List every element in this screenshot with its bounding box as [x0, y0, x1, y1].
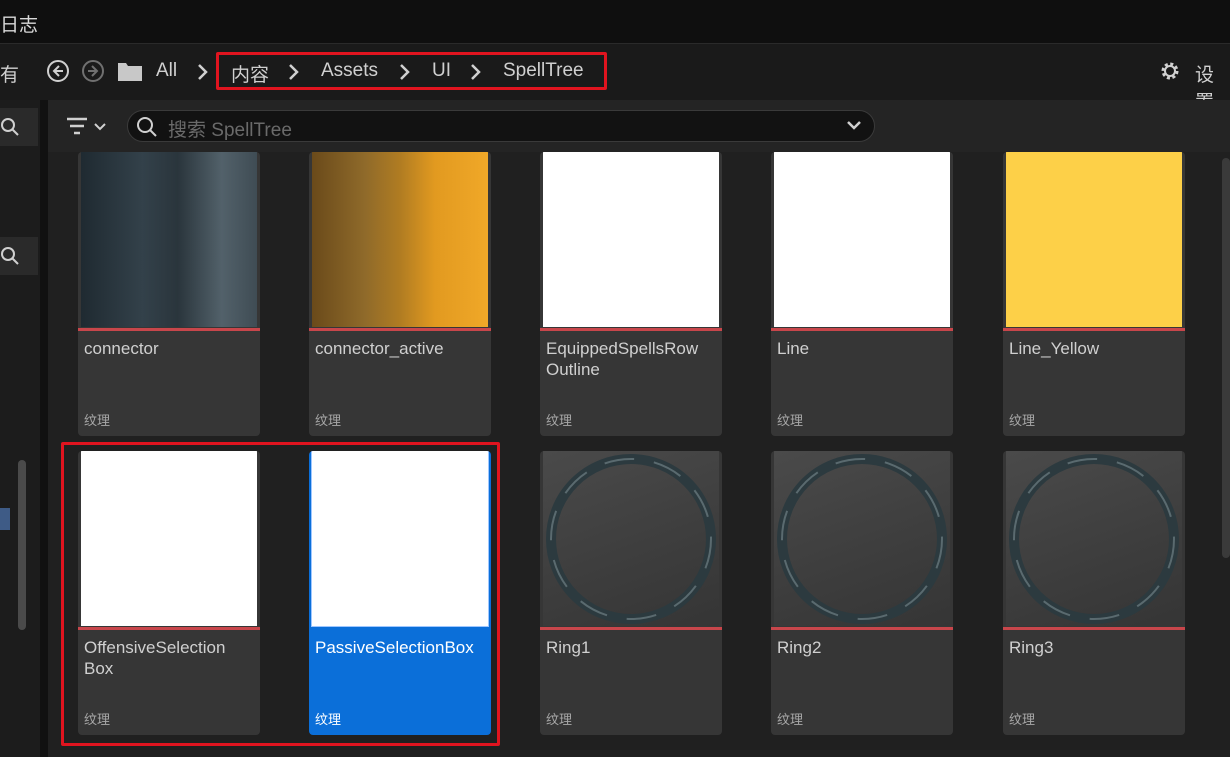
- texture-thumbnail: [543, 451, 719, 626]
- top-bar: 日志: [0, 0, 1230, 44]
- ring-icon: [777, 454, 947, 624]
- selection-highlight-box: [61, 442, 500, 746]
- asset-tile-ring1[interactable]: Ring1 纹理: [540, 451, 722, 735]
- sidebar-selected-item[interactable]: [0, 508, 10, 530]
- asset-tile-line[interactable]: Line 纹理: [771, 152, 953, 436]
- texture-thumbnail: [774, 451, 950, 626]
- texture-type-bar: [771, 328, 953, 331]
- sidebar-search-button-2[interactable]: [0, 237, 38, 275]
- asset-tile-connector[interactable]: connector 纹理: [78, 152, 260, 436]
- asset-name: EquippedSpellsRow Outline: [546, 339, 699, 379]
- asset-type: 纹理: [315, 413, 342, 428]
- texture-thumbnail: [774, 152, 950, 327]
- texture-type-bar: [309, 328, 491, 331]
- asset-tile-connector-active[interactable]: connector_active 纹理: [309, 152, 491, 436]
- chevron-down-icon[interactable]: [846, 120, 862, 132]
- search-icon: [1, 247, 19, 265]
- texture-type-bar: [540, 627, 722, 630]
- asset-name: Ring1: [546, 638, 591, 657]
- asset-type: 纹理: [1009, 413, 1036, 428]
- asset-type: 纹理: [84, 413, 111, 428]
- asset-type: 纹理: [546, 712, 573, 727]
- panel-divider[interactable]: [40, 100, 48, 757]
- chevron-right-icon[interactable]: [196, 62, 210, 82]
- forward-circle-icon[interactable]: [81, 59, 105, 83]
- breadcrumb-highlight-box: [216, 52, 607, 90]
- texture-thumbnail: [543, 152, 719, 327]
- asset-name: connector_active: [315, 339, 444, 358]
- asset-type: 纹理: [1009, 712, 1036, 727]
- asset-tile-equippedspellsrowoutline[interactable]: EquippedSpellsRow Outline 纹理: [540, 152, 722, 436]
- asset-tile-ring2[interactable]: Ring2 纹理: [771, 451, 953, 735]
- sidebar-scrollbar[interactable]: [18, 460, 26, 630]
- asset-name: Ring3: [1009, 638, 1054, 657]
- back-circle-icon[interactable]: [46, 59, 70, 83]
- texture-type-bar: [1003, 328, 1185, 331]
- texture-thumbnail: [1006, 152, 1182, 327]
- asset-name: Line: [777, 339, 810, 358]
- asset-type: 纹理: [777, 712, 804, 727]
- asset-name: Line_Yellow: [1009, 339, 1100, 358]
- search-placeholder: 搜索 SpellTree: [168, 120, 292, 141]
- navigation-bar: 有 All 内容 Assets UI SpellTree 设置: [0, 44, 1230, 113]
- left-label[interactable]: 有: [0, 60, 19, 87]
- log-tab-title[interactable]: 日志: [0, 10, 38, 37]
- gear-icon[interactable]: [1158, 59, 1182, 83]
- search-icon: [137, 117, 157, 137]
- grid-scrollbar[interactable]: [1222, 158, 1230, 558]
- asset-tile-line-yellow[interactable]: Line_Yellow 纹理: [1003, 152, 1185, 436]
- texture-type-bar: [540, 328, 722, 331]
- folder-icon: [118, 63, 142, 81]
- sidebar-search-button[interactable]: [0, 108, 38, 146]
- ring-icon: [546, 454, 716, 624]
- ring-icon: [1009, 454, 1179, 624]
- asset-name: Ring2: [777, 638, 822, 657]
- asset-tile-ring3[interactable]: Ring3 纹理: [1003, 451, 1185, 735]
- texture-thumbnail: [1006, 451, 1182, 626]
- asset-name: connector: [84, 339, 159, 358]
- filter-dropdown-icon[interactable]: [66, 116, 108, 136]
- texture-type-bar: [78, 328, 260, 331]
- asset-type: 纹理: [546, 413, 573, 428]
- sources-sidebar: [0, 100, 40, 757]
- search-icon: [1, 118, 19, 136]
- texture-thumbnail: [312, 152, 488, 327]
- texture-type-bar: [1003, 627, 1185, 630]
- search-input[interactable]: 搜索 SpellTree: [127, 110, 875, 142]
- breadcrumb-all[interactable]: All: [156, 60, 177, 82]
- texture-type-bar: [771, 627, 953, 630]
- texture-thumbnail: [81, 152, 257, 327]
- asset-type: 纹理: [777, 413, 804, 428]
